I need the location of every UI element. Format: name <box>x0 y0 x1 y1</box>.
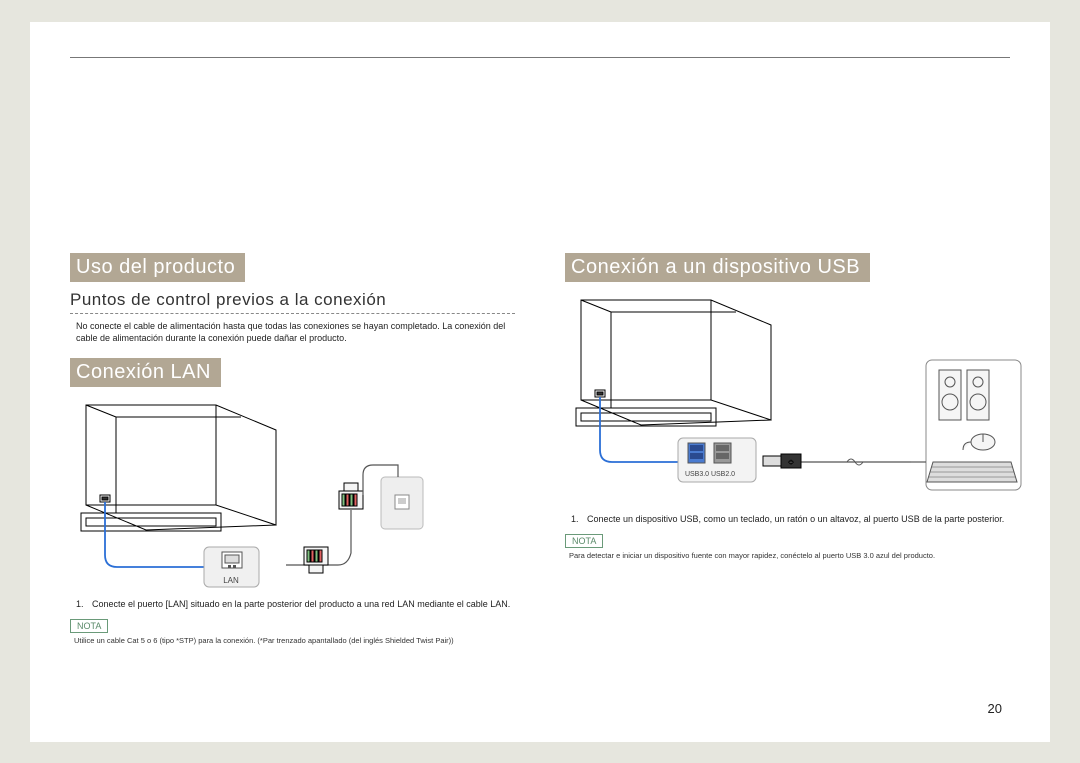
lan-step-1: 1. Conecte el puerto [LAN] situado en la… <box>70 598 515 611</box>
page-number: 20 <box>988 701 1002 716</box>
left-column: Uso del producto Puntos de control previ… <box>70 253 515 647</box>
lan-note-text: Utilice un cable Cat 5 o 6 (tipo *STP) p… <box>70 636 515 646</box>
svg-text:USB2.0: USB2.0 <box>711 471 735 478</box>
subheading-puntos: Puntos de control previos a la conexión <box>70 290 515 314</box>
two-column-layout: Uso del producto Puntos de control previ… <box>70 253 1010 647</box>
step-number: 1. <box>76 598 86 611</box>
step-number: 1. <box>571 513 581 526</box>
svg-text:⬌: ⬌ <box>788 460 793 466</box>
lan-port-label: LAN <box>223 576 239 585</box>
nota-label-right: NOTA <box>565 534 603 548</box>
warning-text: No conecte el cable de alimentación hast… <box>70 320 515 344</box>
nota-label-left: NOTA <box>70 619 108 633</box>
section-heading-uso: Uso del producto <box>70 253 245 282</box>
top-rule <box>70 57 1010 58</box>
usb-note-text: Para detectar e iniciar un dispositivo f… <box>565 551 1010 561</box>
step-text: Conecte el puerto [LAN] situado en la pa… <box>92 598 510 611</box>
svg-text:USB3.0: USB3.0 <box>685 471 709 478</box>
step-text: Conecte un dispositivo USB, como un tecl… <box>587 513 1004 526</box>
usb-diagram: USB3.0 USB2.0 ⬌ <box>571 290 1010 505</box>
lan-diagram: LAN <box>76 395 515 590</box>
usb-step-1: 1. Conecte un dispositivo USB, como un t… <box>565 513 1010 526</box>
manual-page: Uso del producto Puntos de control previ… <box>30 22 1050 742</box>
section-heading-usb: Conexión a un dispositivo USB <box>565 253 870 282</box>
section-heading-lan: Conexión LAN <box>70 358 221 387</box>
right-column: Conexión a un dispositivo USB <box>565 253 1010 647</box>
